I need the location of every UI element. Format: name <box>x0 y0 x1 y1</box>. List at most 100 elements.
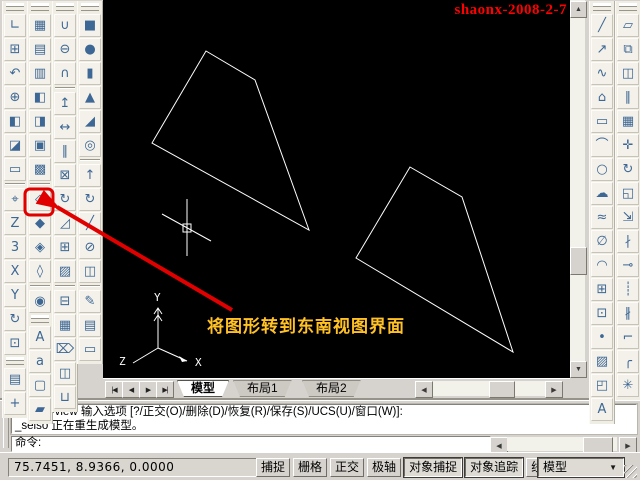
justify-text-button[interactable]: A <box>29 326 51 349</box>
status-toggle-栅格[interactable]: 栅格 <box>293 458 327 477</box>
interfere-button[interactable]: ◫ <box>79 260 101 283</box>
ucs-button[interactable]: ∟ <box>4 14 26 37</box>
se-isometric-button[interactable]: ◆ <box>29 212 51 235</box>
scroll-left-icon[interactable]: ◀ <box>415 381 433 398</box>
chamfer-button[interactable]: ⌐ <box>617 326 639 349</box>
ucs-origin-button[interactable]: ⌖ <box>4 188 26 211</box>
cone-button[interactable]: ▲ <box>79 86 101 109</box>
circle-button[interactable]: ○ <box>591 158 613 181</box>
break-at-point-button[interactable]: ┊ <box>617 278 639 301</box>
erase-button[interactable]: ▱ <box>617 14 639 37</box>
scale-text-button[interactable]: a <box>29 350 51 373</box>
model-paper-toggle-button[interactable]: 模型 ▼ <box>538 458 624 477</box>
construction-line-button[interactable]: ↗ <box>591 38 613 61</box>
named-views-button[interactable]: ▦ <box>29 14 51 37</box>
vertical-scroll-thumb[interactable] <box>570 247 587 275</box>
taper-faces-button[interactable]: ◿ <box>54 212 76 235</box>
toolbar-grip[interactable] <box>31 3 49 11</box>
tab-layout2[interactable]: 布局2 <box>302 380 361 397</box>
front-view-button[interactable]: ▣ <box>29 134 51 157</box>
torus-button[interactable]: ◎ <box>79 134 101 157</box>
drawn-polygon[interactable] <box>152 51 309 230</box>
array-button[interactable]: ▦ <box>617 110 639 133</box>
move-faces-button[interactable]: ↔ <box>54 116 76 139</box>
planar-surface-button[interactable]: ▰ <box>29 398 51 421</box>
ucs-face-button[interactable]: ◪ <box>4 134 26 157</box>
toolbar-grip[interactable] <box>31 315 49 323</box>
ucs-z-rotate-button[interactable]: ↻ <box>4 308 26 331</box>
toolbar-grip[interactable] <box>81 3 99 11</box>
left-view-button[interactable]: ◧ <box>29 86 51 109</box>
command-input[interactable]: 命令: <box>11 436 491 452</box>
arc-button[interactable]: ⌒ <box>591 134 613 157</box>
ucs-dialog-button[interactable]: ⊞ <box>4 38 26 61</box>
ucs-apply-button[interactable]: ⊡ <box>4 332 26 355</box>
copy-faces-button[interactable]: ⊞ <box>54 236 76 259</box>
polygon-button[interactable]: ⌂ <box>591 86 613 109</box>
sw-isometric-button[interactable]: ◇ <box>29 188 51 211</box>
scroll-right-icon[interactable]: ▶ <box>545 381 563 398</box>
nw-isometric-button[interactable]: ◊ <box>29 260 51 283</box>
horizontal-scroll-thumb[interactable] <box>489 381 515 398</box>
status-toggle-正交[interactable]: 正交 <box>330 458 364 477</box>
toolbar-grip[interactable] <box>593 3 611 11</box>
command-history[interactable]: 命令: _-view 输入选项 [?/正交(O)/删除(D)/恢复(R)/保存(… <box>11 404 637 434</box>
named-ucs-button[interactable]: ▤ <box>4 368 26 391</box>
drawing-canvas[interactable]: YXZ shaonx-2008-2-7 将图形转到东南视图界面 <box>103 0 570 378</box>
toolbar-grip[interactable] <box>6 3 24 11</box>
delete-faces-button[interactable]: ⊠ <box>54 164 76 187</box>
scroll-down-icon[interactable]: ▼ <box>570 361 587 378</box>
ucs-object-button[interactable]: ◧ <box>4 110 26 133</box>
insert-block-button[interactable]: ⊞ <box>591 278 613 301</box>
ucs-previous-button[interactable]: ↶ <box>4 62 26 85</box>
setup-view-button[interactable]: ▤ <box>79 314 101 337</box>
tab-nav-first-button[interactable]: |◀ <box>105 381 123 398</box>
top-view-button[interactable]: ▤ <box>29 38 51 61</box>
scale-button[interactable]: ◱ <box>617 182 639 205</box>
ucs-y-rotate-button[interactable]: Y <box>4 284 26 307</box>
revision-cloud-button[interactable]: ☁ <box>591 182 613 205</box>
tab-layout1[interactable]: 布局1 <box>233 380 292 397</box>
rectangle-button[interactable]: ▭ <box>591 110 613 133</box>
extrude-button[interactable]: ↑ <box>79 164 101 187</box>
sphere-button[interactable]: ● <box>79 38 101 61</box>
ucs-z-axis-vector-button[interactable]: Z <box>4 212 26 235</box>
ellipse-arc-button[interactable]: ◠ <box>591 254 613 277</box>
cylinder-button[interactable]: ▮ <box>79 62 101 85</box>
box-wireframe-button[interactable]: ▢ <box>29 374 51 397</box>
union-button[interactable]: ∪ <box>54 14 76 37</box>
color-faces-button[interactable]: ▨ <box>54 260 76 283</box>
section-button[interactable]: ⊘ <box>79 236 101 259</box>
status-toggle-捕捉[interactable]: 捕捉 <box>256 458 290 477</box>
rotate-faces-button[interactable]: ↻ <box>54 188 76 211</box>
ne-isometric-button[interactable]: ◈ <box>29 236 51 259</box>
toolbar-grip[interactable] <box>6 357 24 365</box>
hatch-button[interactable]: ▨ <box>591 350 613 373</box>
spline-button[interactable]: ≈ <box>591 206 613 229</box>
status-toggle-极轴[interactable]: 极轴 <box>367 458 401 477</box>
ucs-x-rotate-button[interactable]: X <box>4 260 26 283</box>
ucs-3point-button[interactable]: 3 <box>4 236 26 259</box>
copy-button[interactable]: ⧉ <box>617 38 639 61</box>
rotate-button[interactable]: ↻ <box>617 158 639 181</box>
camera-button[interactable]: ◉ <box>29 290 51 313</box>
subtract-button[interactable]: ⊖ <box>54 38 76 61</box>
right-view-button[interactable]: ◨ <box>29 110 51 133</box>
point-button[interactable]: • <box>591 326 613 349</box>
cmd-scroll-thumb[interactable] <box>583 437 613 453</box>
region-button[interactable]: ◰ <box>591 374 613 397</box>
toolbar-grip[interactable] <box>619 3 637 11</box>
ellipse-button[interactable]: ∅ <box>591 230 613 253</box>
separate-button[interactable]: ◫ <box>54 362 76 385</box>
shell-button[interactable]: ⊔ <box>54 386 76 409</box>
revolve-button[interactable]: ↻ <box>79 188 101 211</box>
move-button[interactable]: ✛ <box>617 134 639 157</box>
slice-button[interactable]: ╱ <box>79 212 101 235</box>
mtext-button[interactable]: A <box>591 398 613 421</box>
tab-nav-last-button[interactable]: ▶| <box>156 381 174 398</box>
setup-drawing-button[interactable]: ✎ <box>79 290 101 313</box>
trim-button[interactable]: ∤ <box>617 230 639 253</box>
wedge-button[interactable]: ◢ <box>79 110 101 133</box>
window-resize-grip[interactable] <box>624 465 637 478</box>
back-view-button[interactable]: ▩ <box>29 158 51 181</box>
